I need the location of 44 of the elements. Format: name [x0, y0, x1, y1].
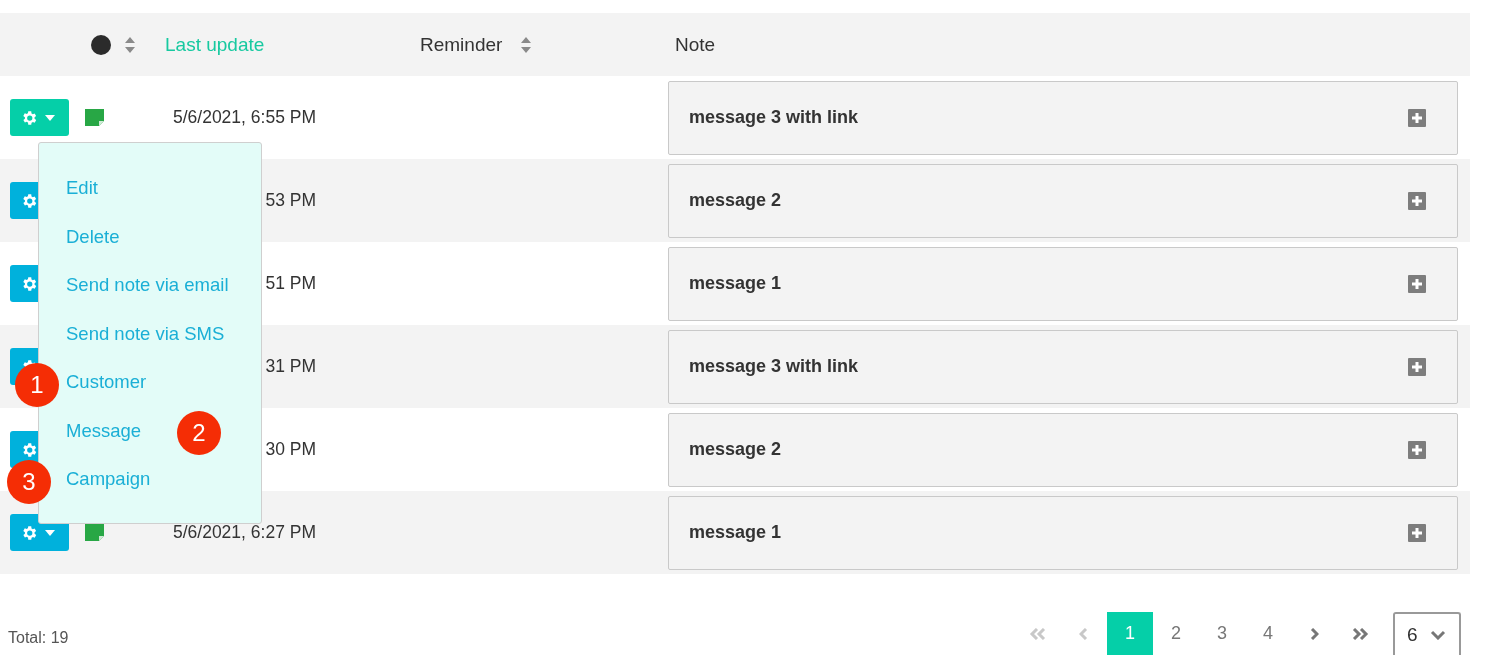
double-chevron-right-icon: [1351, 627, 1369, 640]
date-text: 5/6/2021, 6:27 PM: [172, 521, 316, 542]
caret-icon: [45, 114, 55, 121]
date-text: 30 PM: [265, 438, 316, 459]
caret-icon: [45, 529, 55, 536]
date-text: 51 PM: [265, 272, 316, 293]
date-text: 53 PM: [265, 189, 316, 210]
sort-icon[interactable]: [124, 35, 136, 54]
menu-item[interactable]: Edit: [66, 176, 98, 201]
plus-square-icon[interactable]: [1408, 357, 1426, 376]
column-header[interactable]: Reminder: [420, 33, 503, 56]
plus-square-icon[interactable]: [1408, 274, 1426, 293]
menu-item[interactable]: Campaign: [66, 467, 151, 492]
total-count: Total: 19: [8, 629, 69, 648]
status-dot-icon: [91, 34, 111, 55]
page-button[interactable]: 2: [1153, 612, 1199, 655]
menu-item[interactable]: Delete: [66, 224, 120, 249]
note-title: message 2: [689, 190, 782, 211]
note-title: message 2: [689, 439, 782, 460]
page-button[interactable]: 1: [1107, 612, 1153, 655]
date-text: 5/6/2021, 6:55 PM: [172, 106, 316, 127]
plus-square-icon[interactable]: [1408, 191, 1426, 210]
menu-item[interactable]: Customer: [66, 370, 147, 395]
double-chevron-left-icon: [1029, 627, 1047, 640]
sort-icon[interactable]: [520, 35, 533, 54]
chevron-left-icon: [1079, 627, 1089, 640]
chevron-down-icon: [1429, 629, 1446, 640]
page-button[interactable]: 3: [1199, 612, 1245, 655]
page-button[interactable]: 4: [1245, 612, 1291, 655]
chevron-right-icon: [1309, 627, 1319, 640]
menu-item[interactable]: Send note via email: [66, 273, 229, 298]
plus-square-icon[interactable]: [1408, 523, 1426, 542]
note-title: message 1: [689, 273, 782, 294]
note-title: message 3 with link: [689, 356, 859, 377]
menu-item[interactable]: Send note via SMS: [66, 321, 225, 346]
date-text: 31 PM: [265, 355, 316, 376]
column-header[interactable]: Note: [675, 33, 716, 56]
page-size-select[interactable]: 6: [1393, 612, 1461, 655]
menu-item[interactable]: Message: [66, 418, 142, 443]
column-header[interactable]: Last update: [165, 33, 265, 56]
plus-square-icon[interactable]: [1408, 108, 1426, 127]
note-title: message 3 with link: [689, 107, 859, 128]
plus-square-icon[interactable]: [1408, 440, 1426, 459]
note-title: message 1: [689, 522, 782, 543]
